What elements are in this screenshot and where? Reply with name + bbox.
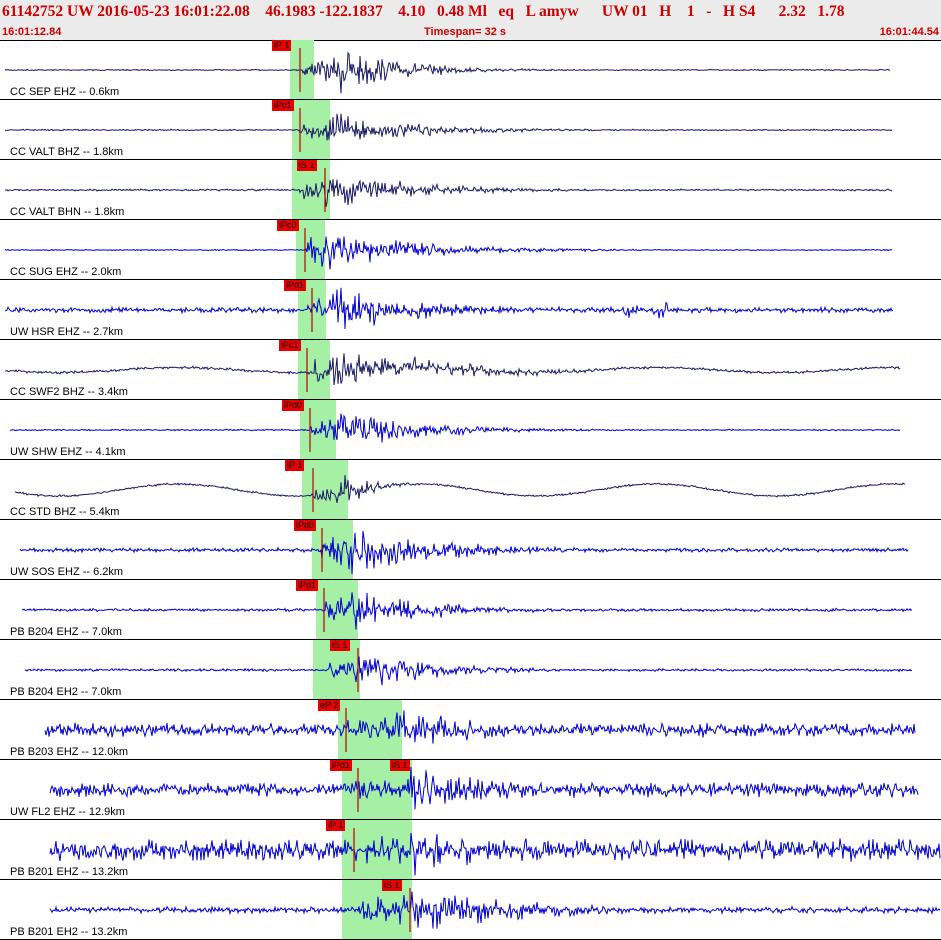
station-label: CC STD BHZ -- 5.4km [10,506,120,518]
station-label: PB B204 EHZ -- 7.0km [10,626,122,638]
station-label: PB B201 EHZ -- 13.2km [10,866,128,878]
waveform-trace[interactable] [21,592,913,630]
phase-pick-label[interactable]: iPd0 [294,520,317,531]
phase-pick-label[interactable]: iP 1 [285,460,305,471]
waveform-trace[interactable] [4,113,893,141]
waveform-trace[interactable] [5,287,894,330]
station-label: UW HSR EHZ -- 2.7km [10,326,124,338]
waveform-trace[interactable] [44,710,916,744]
station-label: PB B201 EH2 -- 13.2km [10,926,128,938]
waveform-trace[interactable] [24,656,913,686]
timespan-label: Timespan= 32 s [424,26,507,38]
phase-pick-label[interactable]: iP 1 [272,40,292,51]
event-summary: 61142752 UW 2016-05-23 16:01:22.08 46.19… [2,3,845,20]
station-label: UW SOS EHZ -- 6.2km [10,566,124,578]
station-label: CC VALT BHZ -- 1.8km [10,146,124,158]
seismogram-plot[interactable]: CC SEP EHZ -- 0.6km iP 1 CC VALT BHZ -- 1.… [0,40,941,940]
phase-pick-label[interactable]: iP 1 [326,820,346,831]
traces-canvas[interactable] [0,40,941,940]
phase-pick-label[interactable]: iS 1 [390,760,410,771]
time-start: 16:01:12.84 [2,26,62,38]
station-label: CC SEP EHZ -- 0.6km [10,86,120,98]
phase-pick-label[interactable]: iPc0 [277,220,299,231]
station-label: CC SUG EHZ -- 2.0km [10,266,122,278]
waveform-trace[interactable] [49,766,919,810]
phase-window [302,460,348,520]
waveform-trace[interactable] [49,832,941,876]
waveform-trace[interactable] [4,179,893,207]
phase-pick-label[interactable]: iS 1 [330,640,350,651]
station-label: UW SHW EHZ -- 4.1km [10,446,126,458]
phase-pick-label[interactable]: iPd1 [296,580,319,591]
phase-pick-label[interactable]: iPc1 [272,100,294,111]
event-header: 61142752 UW 2016-05-23 16:01:22.08 46.19… [0,0,941,41]
phase-pick-label[interactable]: eP 2 [318,700,341,711]
phase-pick-label[interactable]: iS 1 [297,160,317,171]
station-label: CC SWF2 BHZ -- 3.4km [10,386,128,398]
waveform-trace[interactable] [14,475,906,503]
waveform-trace[interactable] [4,353,901,386]
waveform-trace[interactable] [9,413,901,443]
phase-pick-label[interactable]: iPd0 [282,400,305,411]
waveform-trace[interactable] [4,236,893,270]
waveform-trace[interactable] [19,530,909,575]
station-label: UW FL2 EHZ -- 12.9km [10,806,125,818]
station-label: CC VALT BHN -- 1.8km [10,206,125,218]
waveform-trace[interactable] [4,51,890,94]
station-label: PB B204 EH2 -- 7.0km [10,686,122,698]
phase-pick-label[interactable]: iPd1 [284,280,307,291]
phase-pick-label[interactable]: iPc1 [279,340,301,351]
phase-pick-label[interactable]: iS 1 [382,880,402,891]
time-end: 16:01:44.54 [879,26,939,38]
phase-pick-label[interactable]: iPd1 [330,760,353,771]
waveform-trace[interactable] [49,891,941,929]
station-label: PB B203 EHZ -- 12.0km [10,746,128,758]
